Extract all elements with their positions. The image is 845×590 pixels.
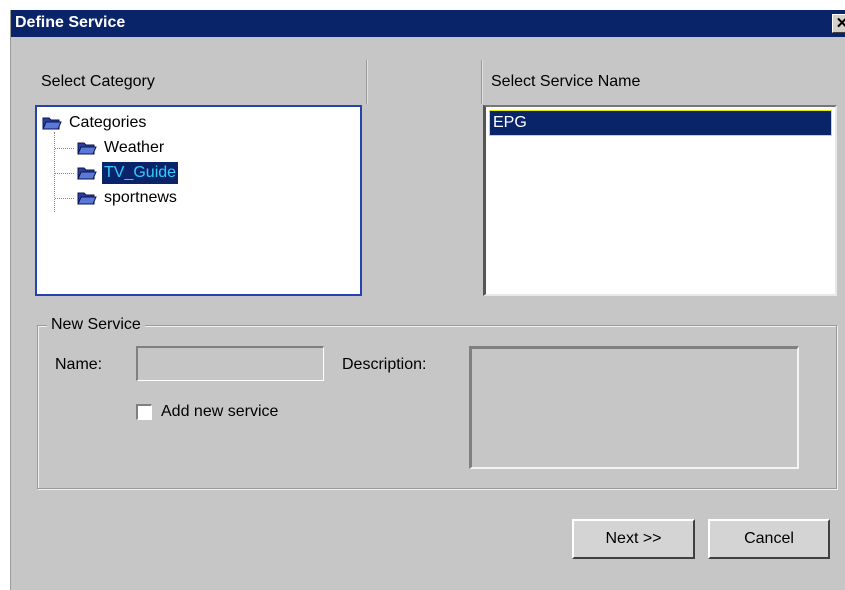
name-label: Name: (55, 356, 103, 373)
folder-icon (77, 142, 97, 155)
group-title: New Service (47, 316, 145, 334)
tree-node-label: Weather (104, 139, 165, 156)
description-label: Description: (342, 356, 427, 373)
folder-icon (42, 117, 62, 130)
description-field[interactable] (469, 346, 799, 469)
category-header: Select Category (21, 60, 366, 104)
add-new-service-label[interactable]: Add new service (161, 403, 278, 421)
tree-connector (55, 173, 74, 174)
list-item[interactable]: EPG (489, 110, 832, 136)
define-service-dialog: Define Service ✕ Select Category Select … (10, 10, 845, 590)
service-name-list[interactable]: EPG (483, 105, 837, 296)
window-title: Define Service (15, 14, 126, 31)
folder-icon (77, 192, 97, 205)
category-tree[interactable]: Categories Weather TV_Guide sportnews (35, 105, 362, 296)
close-icon: ✕ (835, 15, 845, 32)
cancel-button[interactable]: Cancel (708, 519, 830, 559)
tree-node-label: TV_Guide (102, 162, 179, 184)
add-new-service-checkbox[interactable] (136, 404, 152, 420)
title-bar[interactable]: Define Service ✕ (11, 10, 845, 37)
name-field[interactable] (136, 346, 324, 381)
folder-icon (77, 167, 97, 180)
category-header-divider (366, 60, 368, 104)
tree-node-label: sportnews (104, 189, 177, 206)
tree-connector (55, 148, 74, 149)
tree-connector (55, 198, 74, 199)
tree-connector (54, 132, 55, 212)
close-button[interactable]: ✕ (832, 14, 845, 33)
service-header-label: Select Service Name (491, 73, 641, 90)
service-header: Select Service Name (481, 60, 831, 104)
tree-node-label: Categories (69, 114, 147, 131)
category-header-label: Select Category (41, 73, 155, 90)
next-button[interactable]: Next >> (572, 519, 695, 559)
